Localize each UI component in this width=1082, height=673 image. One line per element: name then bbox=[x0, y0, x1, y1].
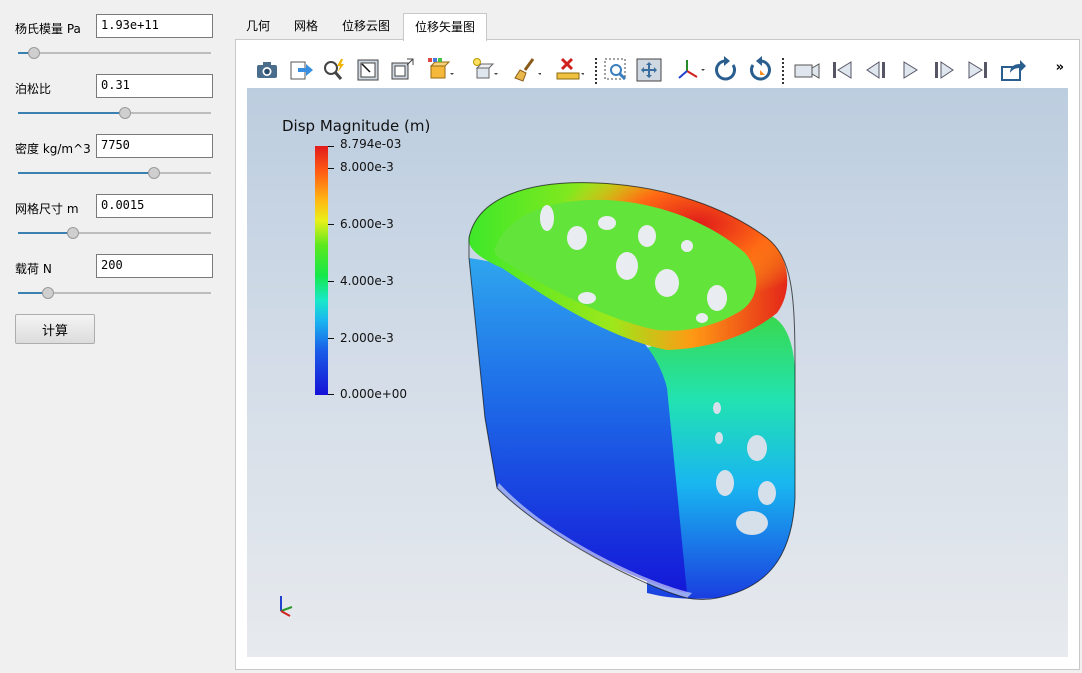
orientation-axes-icon bbox=[280, 596, 293, 617]
poisson-ratio-label: 泊松比 bbox=[15, 82, 52, 96]
mesh-size-label: 网格尺寸 m bbox=[15, 202, 79, 216]
camera-icon[interactable] bbox=[252, 55, 282, 85]
parameter-panel: 杨氏模量 Pa 1.93e+11 泊松比 0.31 密度 kg/m^3 7750… bbox=[0, 0, 232, 673]
slider-handle[interactable] bbox=[119, 107, 132, 119]
next-frame-icon[interactable] bbox=[929, 55, 959, 85]
axes-orient-icon[interactable] bbox=[675, 55, 705, 85]
last-frame-icon[interactable] bbox=[963, 55, 993, 85]
youngs-modulus-slider[interactable] bbox=[18, 47, 211, 59]
poisson-ratio-input[interactable]: 0.31 bbox=[96, 74, 213, 98]
youngs-modulus-label: 杨氏模量 Pa bbox=[15, 22, 81, 36]
video-camera-icon[interactable] bbox=[792, 55, 822, 85]
slider-handle[interactable] bbox=[67, 227, 80, 239]
play-icon[interactable] bbox=[895, 55, 925, 85]
rotate-ccw-icon[interactable] bbox=[745, 55, 775, 85]
slider-handle[interactable] bbox=[148, 167, 161, 179]
density-slider[interactable] bbox=[18, 167, 211, 179]
density-input[interactable]: 7750 bbox=[96, 134, 213, 158]
viewer-toolbar: » bbox=[247, 52, 1068, 88]
reset-view-icon[interactable] bbox=[353, 55, 383, 85]
tab-displacement-vector[interactable]: 位移矢量图 bbox=[403, 13, 487, 41]
zoom-lightning-icon[interactable] bbox=[319, 55, 349, 85]
rotate-cw-icon[interactable] bbox=[711, 55, 741, 85]
ruler-clear-icon[interactable] bbox=[554, 55, 584, 85]
box-select-icon[interactable] bbox=[387, 55, 417, 85]
tab-mesh[interactable]: 网格 bbox=[283, 13, 329, 39]
lighting-icon[interactable] bbox=[469, 55, 499, 85]
zoom-box-icon[interactable] bbox=[601, 55, 631, 85]
deformed-part-model bbox=[468, 182, 796, 600]
slider-handle[interactable] bbox=[28, 47, 41, 59]
tab-displacement-contour[interactable]: 位移云图 bbox=[331, 13, 401, 39]
3d-viewport[interactable]: Disp Magnitude (m) 8.794e-03 8.000e-3 6.… bbox=[247, 88, 1068, 657]
display-style-icon[interactable] bbox=[425, 55, 455, 85]
export-icon[interactable] bbox=[286, 55, 316, 85]
slider-handle[interactable] bbox=[41, 287, 54, 299]
density-label: 密度 kg/m^3 bbox=[15, 142, 91, 156]
load-slider[interactable] bbox=[18, 287, 211, 299]
load-label: 载荷 N bbox=[15, 262, 52, 276]
youngs-modulus-input[interactable]: 1.93e+11 bbox=[96, 14, 213, 38]
calculate-button[interactable]: 计算 bbox=[15, 314, 95, 344]
fit-view-icon[interactable] bbox=[634, 55, 664, 85]
mesh-size-input[interactable]: 0.0015 bbox=[96, 194, 213, 218]
poisson-ratio-slider[interactable] bbox=[18, 107, 211, 119]
mesh-size-slider[interactable] bbox=[18, 227, 211, 239]
paint-brush-icon[interactable] bbox=[511, 55, 541, 85]
share-icon[interactable] bbox=[998, 55, 1028, 85]
toolbar-more-button[interactable]: » bbox=[1056, 60, 1064, 75]
first-frame-icon[interactable] bbox=[827, 55, 857, 85]
prev-frame-icon[interactable] bbox=[861, 55, 891, 85]
toolbar-separator bbox=[782, 58, 784, 84]
toolbar-separator bbox=[595, 58, 597, 84]
load-input[interactable]: 200 bbox=[96, 254, 213, 278]
tab-geometry[interactable]: 几何 bbox=[235, 13, 281, 39]
